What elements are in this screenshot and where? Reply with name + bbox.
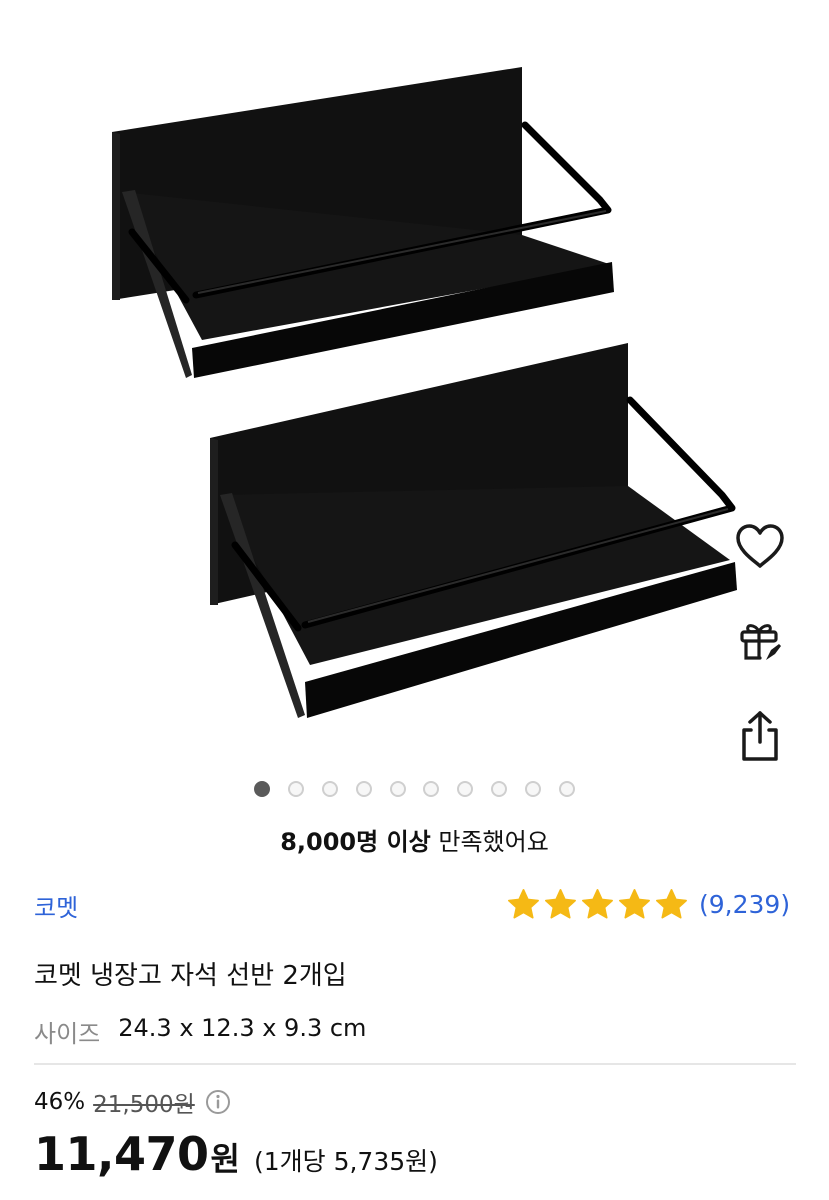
review-count-link[interactable]: (9,239) xyxy=(699,890,790,919)
original-price: 21,500원 xyxy=(93,1092,195,1118)
size-option: 사이즈 24.3 x 12.3 x 9.3 cm xyxy=(34,1014,366,1049)
shelf-top-image xyxy=(112,67,614,378)
heart-icon xyxy=(736,524,784,568)
size-label: 사이즈 xyxy=(34,1020,101,1048)
star-icon xyxy=(508,888,539,918)
pagination-dot[interactable] xyxy=(457,781,473,797)
star-icon xyxy=(582,888,613,918)
wishlist-button[interactable] xyxy=(724,510,796,582)
image-pagination xyxy=(0,779,829,799)
satisfaction-text: 만족했어요 xyxy=(438,828,549,856)
pagination-dot[interactable] xyxy=(559,781,575,797)
product-image xyxy=(112,67,737,718)
pagination-dot[interactable] xyxy=(423,781,439,797)
pagination-dot[interactable] xyxy=(288,781,304,797)
gift-button[interactable] xyxy=(724,604,796,676)
pagination-dot[interactable] xyxy=(356,781,372,797)
discount-row: 46% 21,500원 xyxy=(34,1085,231,1119)
satisfaction-banner: 8,000명 이상 만족했어요 xyxy=(0,822,829,857)
gift-icon xyxy=(740,624,781,660)
divider xyxy=(34,1063,796,1065)
pagination-dot[interactable] xyxy=(322,781,338,797)
price-info-button[interactable] xyxy=(205,1089,231,1115)
product-image-gallery[interactable] xyxy=(0,0,829,770)
info-icon xyxy=(205,1090,230,1114)
star-rating xyxy=(506,887,691,922)
shelf-bottom-image xyxy=(210,343,737,718)
brand-link[interactable]: 코멧 xyxy=(34,888,78,923)
share-icon xyxy=(742,711,778,761)
star-icon xyxy=(656,888,687,918)
pagination-dot[interactable] xyxy=(525,781,541,797)
unit-price: (1개당 5,735원) xyxy=(253,1147,438,1176)
star-icon xyxy=(545,888,576,918)
product-title: 코멧 냉장고 자석 선반 2개입 xyxy=(34,961,347,991)
discount-rate: 46% xyxy=(34,1089,86,1115)
star-icon xyxy=(619,888,650,918)
rating-summary[interactable]: (9,239) xyxy=(506,884,790,924)
pagination-dot[interactable] xyxy=(491,781,507,797)
pagination-dot[interactable] xyxy=(254,781,270,797)
currency-unit: 원 xyxy=(210,1140,240,1178)
satisfaction-count: 8,000명 이상 xyxy=(280,828,431,856)
pagination-dot[interactable] xyxy=(390,781,406,797)
size-value: 24.3 x 12.3 x 9.3 cm xyxy=(118,1014,367,1042)
share-button[interactable] xyxy=(724,700,796,772)
sale-price: 11,470 xyxy=(34,1127,209,1181)
price-row: 11,470 원 (1개당 5,735원) xyxy=(34,1127,438,1181)
